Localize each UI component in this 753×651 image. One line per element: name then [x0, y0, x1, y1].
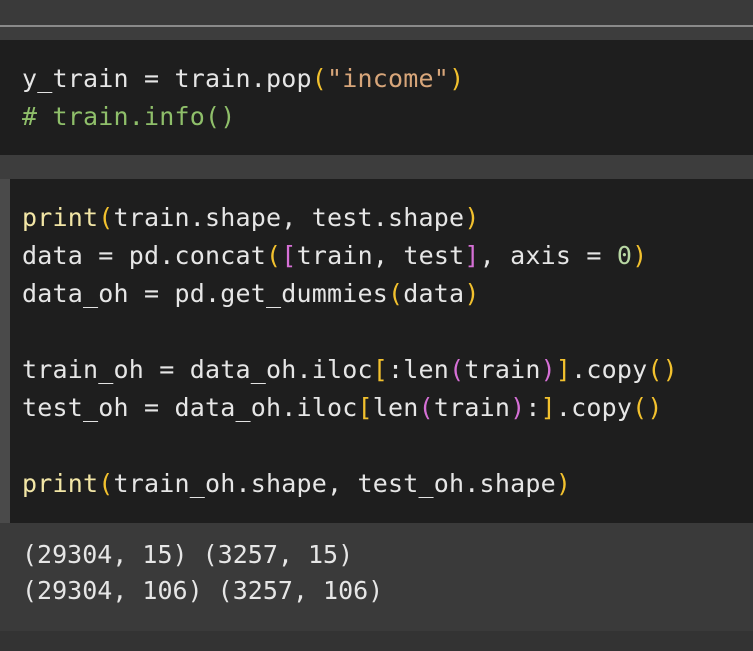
code-text: data_oh = pd.get_dummies	[22, 279, 389, 308]
bracket-close: ]	[464, 241, 480, 270]
paren-close: )	[510, 393, 526, 422]
paren-close: )	[647, 393, 663, 422]
code-text: .copy	[555, 393, 633, 422]
code-line: print(train_oh.shape, test_oh.shape)	[22, 465, 571, 503]
bracket-close: ]	[540, 393, 556, 422]
paren-close: )	[464, 203, 480, 232]
paren-close: )	[540, 355, 556, 384]
code-text: y_train = train.pop	[22, 64, 312, 93]
cell-gap	[0, 155, 753, 179]
output-line: (29304, 106) (3257, 106)	[22, 576, 384, 605]
paren-close: )	[555, 469, 572, 498]
paren-open: (	[418, 393, 434, 422]
code-text: train_oh = data_oh.iloc	[22, 355, 373, 384]
code-cell-2[interactable]: print(train.shape, test.shape) data = pd…	[0, 179, 753, 523]
code-text: len	[372, 393, 419, 422]
paren-open: (	[266, 241, 282, 270]
code-text: train	[464, 355, 541, 384]
code-text: train.shape, test.shape	[113, 203, 465, 232]
bracket-open: [	[372, 355, 389, 384]
code-line: print(train.shape, test.shape)	[22, 199, 480, 237]
function-name: print	[22, 469, 99, 498]
paren-open: (	[388, 279, 404, 308]
bracket-open: [	[281, 241, 297, 270]
code-line: test_oh = data_oh.iloc[len(train):].copy…	[22, 389, 663, 427]
code-text: test_oh = data_oh.iloc	[22, 393, 358, 422]
active-cell-indicator	[0, 179, 10, 523]
next-cell-strip	[0, 631, 753, 651]
paren-close: )	[449, 64, 465, 93]
code-text: :len	[388, 355, 450, 384]
number-literal: 0	[616, 241, 633, 270]
bracket-open: [	[357, 393, 373, 422]
code-text: train, test	[296, 241, 465, 270]
paren-close: )	[662, 355, 678, 384]
function-name: print	[22, 203, 99, 232]
code-text: data	[403, 279, 465, 308]
string-literal: "income"	[327, 64, 450, 93]
code-text: , axis =	[479, 241, 617, 270]
code-line: train_oh = data_oh.iloc[:len(train)].cop…	[22, 351, 678, 389]
code-text: train	[433, 393, 511, 422]
code-text: data = pd.concat	[22, 241, 267, 270]
bracket-close: ]	[555, 355, 572, 384]
paren-open: (	[449, 355, 465, 384]
paren-open: (	[311, 64, 328, 93]
code-text: train_oh.shape, test_oh.shape	[113, 469, 556, 498]
comment-line: # train.info()	[22, 102, 236, 131]
cell-output: (29304, 15) (3257, 15) (29304, 106) (325…	[0, 523, 753, 631]
paren-open: (	[98, 469, 114, 498]
previous-cell-strip	[0, 0, 753, 25]
output-line: (29304, 15) (3257, 15)	[22, 540, 354, 569]
code-line: data = pd.concat([train, test], axis = 0…	[22, 237, 647, 275]
paren-close: )	[632, 241, 648, 270]
paren-open: (	[632, 393, 648, 422]
code-text: .copy	[571, 355, 648, 384]
code-text: :	[525, 393, 541, 422]
code-line: y_train = train.pop("income")	[22, 60, 464, 98]
notebook-page: y_train = train.pop("income") # train.in…	[0, 0, 753, 651]
code-line: data_oh = pd.get_dummies(data)	[22, 275, 480, 313]
cell-gap	[0, 27, 753, 40]
paren-close: )	[464, 279, 480, 308]
paren-open: (	[647, 355, 663, 384]
paren-open: (	[98, 203, 114, 232]
code-cell-1[interactable]: y_train = train.pop("income") # train.in…	[0, 40, 753, 155]
